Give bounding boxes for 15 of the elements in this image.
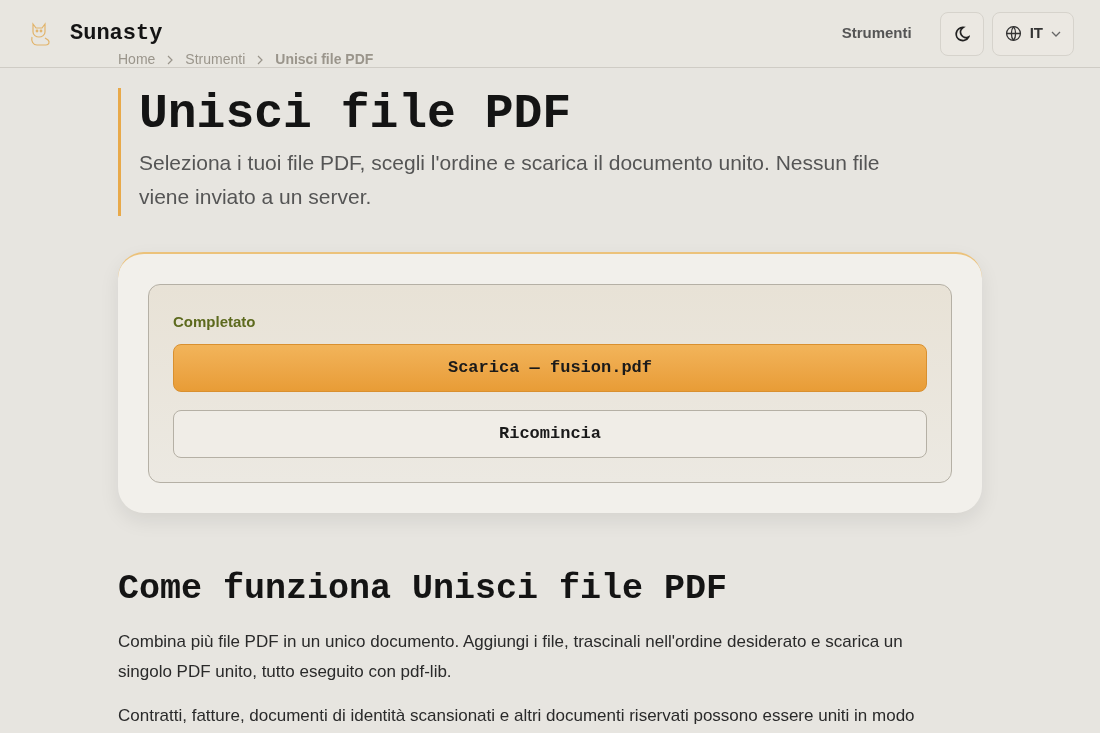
language-selector[interactable]: IT (991, 11, 1074, 56)
theme-toggle-button[interactable] (939, 11, 984, 56)
body-paragraph: Combina più file PDF in un unico documento. Aggiungi i file, trascinali nell'ordine desiderato e scarica un singolo PDF unito, tutto eseguito con pdf-lib. (118, 631, 904, 683)
chevron-down-icon (1051, 30, 1061, 37)
status-label: Completato (173, 312, 257, 332)
download-button[interactable]: Scarica — fusion.pdf (173, 343, 927, 392)
section-heading: Come funziona Unisci file PDF (118, 567, 729, 611)
page-title: Unisci file PDF (139, 88, 573, 140)
page-subtitle: Seleziona i tuoi file PDF, scegli l'ordine e scarica il documento unito. Nessun file viene inviato a un server. (139, 150, 881, 210)
restart-button[interactable]: Ricomincia (173, 409, 927, 458)
body-paragraph: Contratti, fatture, documenti di identità scansionati e altri documenti riservati possono essere uniti in modo (118, 705, 916, 727)
globe-icon (1004, 25, 1022, 42)
brand-name[interactable]: Sunasty (70, 17, 163, 50)
moon-icon (953, 25, 970, 42)
nav-link[interactable]: Strumenti (841, 22, 912, 45)
